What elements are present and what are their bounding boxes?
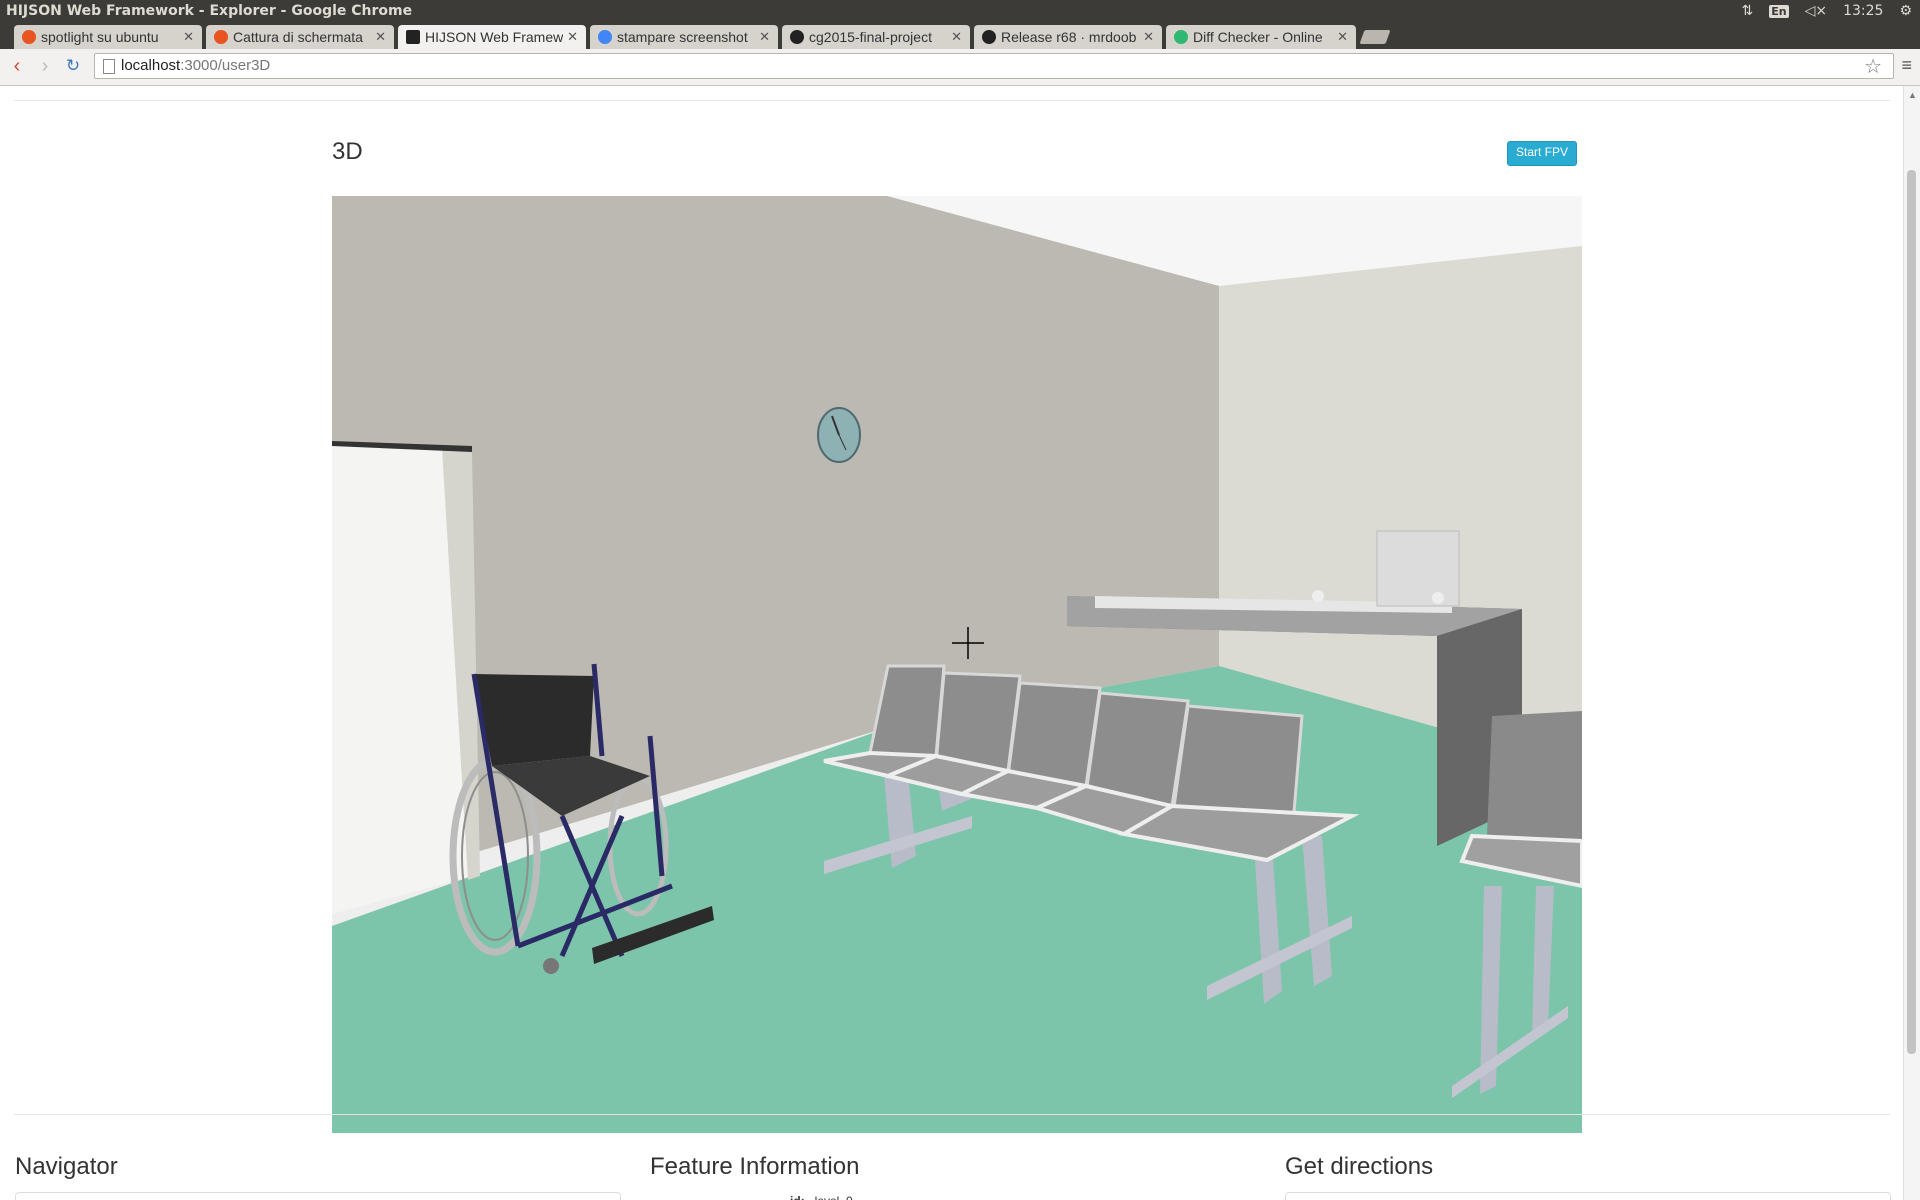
ubuntu-favicon-icon xyxy=(22,30,36,44)
tab-cg2015[interactable]: cg2015-final-project ✕ xyxy=(782,25,970,49)
close-icon[interactable]: ✕ xyxy=(375,29,386,45)
network-icon[interactable]: ⇅ xyxy=(1741,3,1753,19)
google-favicon-icon xyxy=(598,30,612,44)
close-icon[interactable]: ✕ xyxy=(183,29,194,45)
navigator-title: Navigator xyxy=(15,1153,118,1180)
bookmark-star-icon[interactable]: ☆ xyxy=(1864,54,1882,79)
navigator-panel[interactable] xyxy=(15,1192,621,1200)
system-tray: ⇅ En ◁× 13:25 ⚙ xyxy=(1741,3,1912,19)
close-icon[interactable]: ✕ xyxy=(567,29,578,45)
close-icon[interactable]: ✕ xyxy=(951,29,962,45)
new-tab-button[interactable] xyxy=(1359,30,1391,44)
diffchecker-favicon-icon xyxy=(1174,30,1188,44)
tab-hijson[interactable]: HIJSON Web Framework ✕ xyxy=(398,25,586,49)
clock[interactable]: 13:25 xyxy=(1843,3,1883,19)
address-bar[interactable]: localhost:3000/user3D xyxy=(94,53,1894,79)
tab-spotlight[interactable]: spotlight su ubuntu ✕ xyxy=(14,25,202,49)
feature-key: id: xyxy=(790,1194,805,1200)
hamburger-menu-icon[interactable]: ≡ xyxy=(1901,55,1912,76)
close-icon[interactable]: ✕ xyxy=(1143,29,1154,45)
monitor xyxy=(1376,530,1460,607)
scrollbar-thumb[interactable] xyxy=(1907,170,1916,1054)
3d-viewer-canvas[interactable] xyxy=(332,196,1582,1133)
volume-muted-icon[interactable]: ◁× xyxy=(1805,3,1828,19)
page-icon xyxy=(103,59,115,74)
feature-information-title: Feature Information xyxy=(650,1153,860,1180)
forward-arrow-icon[interactable]: › xyxy=(34,55,56,77)
tab-strip: spotlight su ubuntu ✕ Cattura di scherma… xyxy=(0,23,1920,49)
url-path: :3000/user3D xyxy=(180,57,271,74)
os-top-bar: HIJSON Web Framework - Explorer - Google… xyxy=(0,0,1920,23)
directions-panel[interactable] xyxy=(1285,1192,1891,1200)
reload-icon[interactable]: ↻ xyxy=(62,55,84,77)
page-content: 3D Start FPV Navigator Feature Informati… xyxy=(0,86,1904,1200)
page-scrollbar[interactable]: ▲ xyxy=(1903,86,1920,1200)
ubuntu-favicon-icon xyxy=(214,30,228,44)
keyboard-layout-indicator[interactable]: En xyxy=(1769,4,1789,18)
start-fpv-button[interactable]: Start FPV xyxy=(1507,141,1578,166)
github-favicon-icon xyxy=(790,30,804,44)
gear-icon[interactable]: ⚙ xyxy=(1899,3,1912,19)
github-favicon-icon xyxy=(982,30,996,44)
browser-toolbar: ‹ › ↻ localhost:3000/user3D ☆ ≡ xyxy=(0,49,1920,86)
wall-clock xyxy=(817,407,861,463)
page-title: 3D xyxy=(332,138,363,165)
scroll-up-icon[interactable]: ▲ xyxy=(1908,90,1917,100)
back-arrow-icon[interactable]: ‹ xyxy=(6,55,28,77)
window-title: HIJSON Web Framework - Explorer - Google… xyxy=(6,3,413,19)
url-host: localhost xyxy=(121,57,181,74)
tab-release[interactable]: Release r68 · mrdoob ✕ xyxy=(974,25,1162,49)
close-icon[interactable]: ✕ xyxy=(759,29,770,45)
terminal-favicon-icon xyxy=(406,30,420,44)
section-divider xyxy=(14,1114,1890,1115)
tab-diffchecker[interactable]: Diff Checker - Online ✕ xyxy=(1166,25,1356,49)
tab-stampare[interactable]: stampare screenshot ✕ xyxy=(590,25,778,49)
get-directions-title: Get directions xyxy=(1285,1153,1434,1180)
tab-cattura[interactable]: Cattura di schermata ✕ xyxy=(206,25,394,49)
feature-info-row: id: level_0 xyxy=(790,1194,853,1200)
divider xyxy=(14,100,1890,101)
feature-value: level_0 xyxy=(815,1194,853,1200)
close-icon[interactable]: ✕ xyxy=(1337,29,1348,45)
